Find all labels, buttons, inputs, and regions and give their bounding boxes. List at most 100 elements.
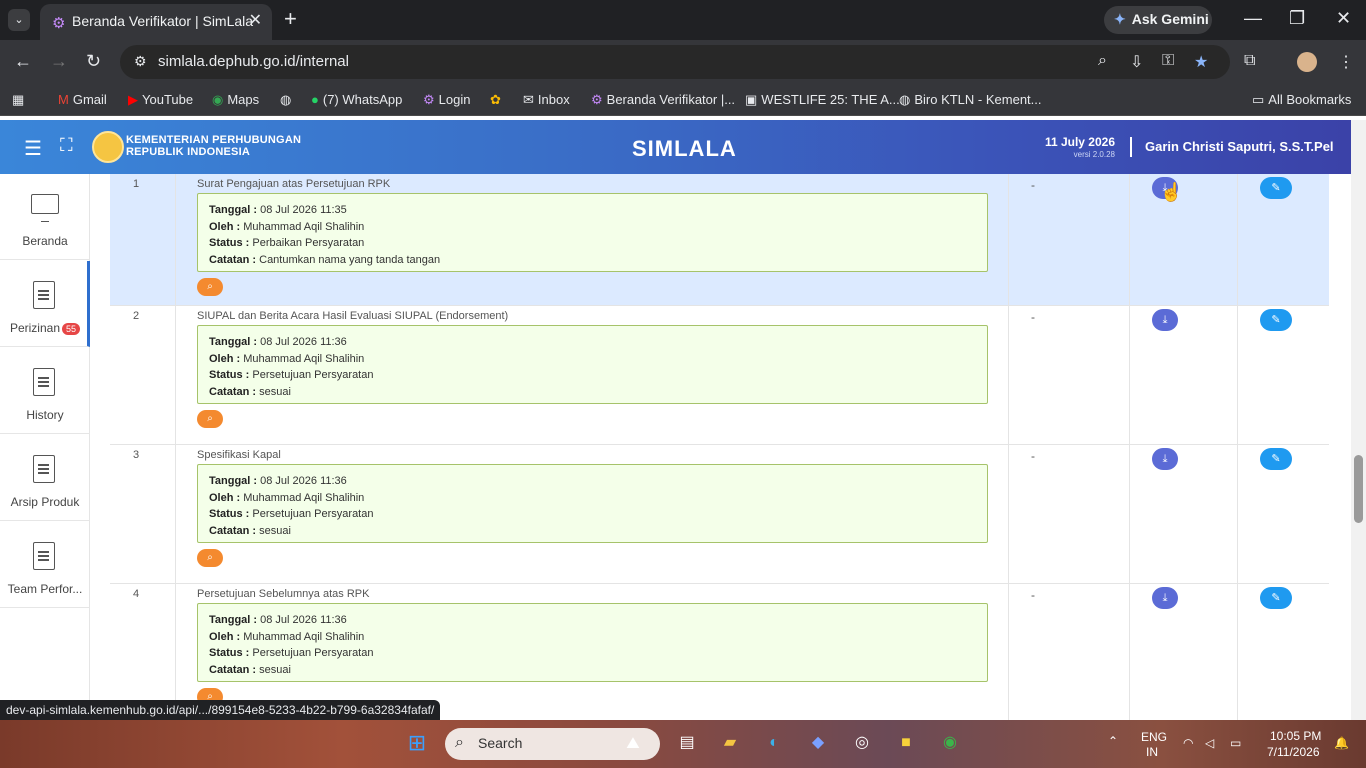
edit-button[interactable]: ✎ — [1260, 177, 1292, 199]
bookmark-maps[interactable]: ◉ Maps — [212, 92, 259, 108]
file-explorer-icon[interactable]: ▰ — [717, 730, 743, 756]
column-divider — [175, 306, 176, 444]
note-author-label: Oleh : — [209, 220, 241, 233]
bookmark-star-icon[interactable]: ★ — [1194, 52, 1208, 72]
user-name[interactable]: Garin Christi Saputri, S.S.T.Pel — [1145, 139, 1334, 154]
all-bookmarks[interactable]: ▭ All Bookmarks — [1252, 92, 1351, 108]
clock-time[interactable]: 10:05 PM — [1270, 729, 1321, 743]
back-icon[interactable]: ← — [14, 51, 32, 72]
bookmark-login[interactable]: ⚙ Login — [423, 92, 470, 108]
search-icon: ⌕ — [207, 552, 213, 563]
reload-icon[interactable]: ↻ — [86, 51, 101, 72]
wifi-icon[interactable]: ◠ — [1183, 736, 1193, 750]
edit-icon: ✎ — [1271, 314, 1281, 326]
sticky-notes-icon[interactable]: ■ — [893, 730, 919, 756]
edit-icon: ✎ — [1271, 592, 1281, 604]
folder-icon: ▭ — [1252, 92, 1265, 107]
camera-icon[interactable]: ◎ — [849, 730, 875, 756]
bookmark-whatsapp[interactable]: ● (7) WhatsApp — [311, 92, 402, 107]
scrollbar-thumb[interactable] — [1354, 455, 1363, 523]
ask-gemini-button[interactable]: ✦ Ask Gemini — [1104, 6, 1212, 34]
download-icon: ⤓ — [1162, 592, 1168, 604]
note-status-line: Status : Perbaikan Persyaratan — [209, 235, 987, 252]
note-date-line: Tanggal : 08 Jul 2026 11:36 — [209, 473, 987, 490]
download-button[interactable]: ⤓ — [1152, 309, 1178, 331]
input-language-line2[interactable]: IN — [1146, 745, 1158, 759]
note-date: 08 Jul 2026 11:36 — [260, 475, 347, 487]
battery-icon[interactable]: ▭ — [1230, 736, 1241, 750]
close-tab-icon[interactable]: ✕ — [249, 10, 262, 30]
column-divider — [175, 174, 176, 305]
org-name-line2: REPUBLIK INDONESIA — [126, 146, 250, 158]
sidebar-item-team-performance[interactable]: Team Perfor... — [0, 522, 90, 608]
fullscreen-icon[interactable]: ⛶ — [60, 135, 73, 156]
sidebar-item-arsip-produk[interactable]: Arsip Produk — [0, 435, 90, 521]
omnibox[interactable]: ⚙ simlala.dephub.go.id/internal ⌕ ⇩ ⚿ ★ — [120, 45, 1230, 79]
notifications-icon[interactable]: 🔔 — [1334, 736, 1349, 750]
widgets-icon[interactable]: ⛰ — [620, 731, 646, 757]
edge-icon[interactable]: ◐ — [761, 730, 787, 756]
bookmark-globe[interactable]: ◍ — [280, 92, 295, 108]
clock-date[interactable]: 7/11/2026 — [1267, 745, 1320, 759]
chrome-icon[interactable]: ◉ — [937, 730, 963, 756]
tab-title: Beranda Verifikator | SimLala — [72, 13, 254, 29]
column-divider — [1008, 306, 1009, 444]
note-remarks-line: Catatan : sesuai — [209, 523, 987, 540]
download-button[interactable]: ⤓ — [1152, 448, 1178, 470]
volume-icon[interactable]: ◁ — [1205, 736, 1214, 750]
bookmark-gmail[interactable]: M Gmail — [58, 92, 107, 107]
windows-start-icon[interactable]: ⊞ — [404, 730, 430, 756]
note-status: Persetujuan Persyaratan — [252, 508, 374, 520]
note-date-label: Tanggal : — [209, 475, 258, 487]
edit-button[interactable]: ✎ — [1260, 309, 1292, 331]
show-hidden-icons[interactable]: ⌃ — [1108, 734, 1118, 748]
note-author: Muhammad Aqil Shalihin — [243, 630, 365, 643]
minimize-icon[interactable]: — — [1244, 8, 1262, 29]
sidebar-item-history[interactable]: History — [0, 348, 90, 434]
browser-tab-active[interactable]: ⚙ Beranda Verifikator | SimLala ✕ — [40, 4, 272, 40]
download-button[interactable]: ⤓ — [1152, 587, 1178, 609]
password-key-icon[interactable]: ⚿ — [1162, 52, 1174, 70]
zoom-icon[interactable]: ⌕ — [1098, 52, 1107, 70]
page-scrollbar[interactable] — [1351, 120, 1366, 720]
ask-gemini-label: Ask Gemini — [1131, 11, 1209, 27]
url-text[interactable]: simlala.dephub.go.id/internal — [158, 53, 349, 70]
note-remarks-line: Catatan : sesuai — [209, 662, 987, 679]
sidebar-item-perizinan[interactable]: Perizinan 55 — [0, 261, 90, 347]
view-detail-button[interactable]: ⌕ — [197, 410, 223, 428]
bookmark-westlife[interactable]: ▣ WESTLIFE 25: THE A... — [745, 92, 900, 108]
sidebar-item-label: Team Perfor... — [7, 582, 83, 596]
task-view-icon[interactable]: ▤ — [674, 730, 700, 756]
edit-button[interactable]: ✎ — [1260, 448, 1292, 470]
forward-icon[interactable]: → — [50, 51, 68, 72]
extensions-icon[interactable]: ⧉ — [1244, 52, 1255, 70]
sidebar-item-beranda[interactable]: Beranda — [0, 174, 90, 260]
profile-avatar[interactable] — [1297, 52, 1317, 72]
restore-icon[interactable]: ❐ — [1289, 8, 1305, 29]
column-divider — [1008, 584, 1009, 720]
apps-grid-icon[interactable]: ▦ — [12, 92, 24, 108]
new-tab-button[interactable]: + — [284, 6, 297, 32]
view-detail-button[interactable]: ⌕ — [197, 549, 223, 567]
note-author: Muhammad Aqil Shalihin — [243, 352, 365, 365]
view-detail-button[interactable]: ⌕ — [197, 278, 223, 296]
extra-value: - — [1031, 588, 1035, 602]
menu-kebab-icon[interactable]: ⋮ — [1338, 52, 1354, 72]
input-language-line1[interactable]: ENG — [1141, 730, 1167, 744]
pointer-cursor-icon: ☝ — [1160, 182, 1183, 202]
row-number: 4 — [133, 588, 140, 600]
install-app-icon[interactable]: ⇩ — [1130, 52, 1143, 72]
note-date-line: Tanggal : 08 Jul 2026 11:36 — [209, 334, 987, 351]
bookmark-inbox[interactable]: ✉ Inbox — [523, 92, 570, 108]
hamburger-menu-icon[interactable]: ☰ — [24, 136, 42, 161]
bookmark-beranda-verifikator[interactable]: ⚙ Beranda Verifikator |... — [591, 92, 735, 108]
edit-button[interactable]: ✎ — [1260, 587, 1292, 609]
bookmark-biro-ktln[interactable]: ◍ Biro KTLN - Kement... — [899, 92, 1042, 108]
column-divider — [1237, 174, 1238, 305]
copilot-icon[interactable]: ◆ — [805, 730, 831, 756]
close-window-icon[interactable]: ✕ — [1336, 8, 1351, 29]
bookmark-youtube[interactable]: ▶ YouTube — [128, 92, 193, 108]
tab-search-button[interactable]: ⌄ — [8, 9, 30, 31]
site-info-icon[interactable]: ⚙ — [134, 53, 147, 70]
bookmark-photos[interactable]: ✿ — [490, 92, 505, 108]
